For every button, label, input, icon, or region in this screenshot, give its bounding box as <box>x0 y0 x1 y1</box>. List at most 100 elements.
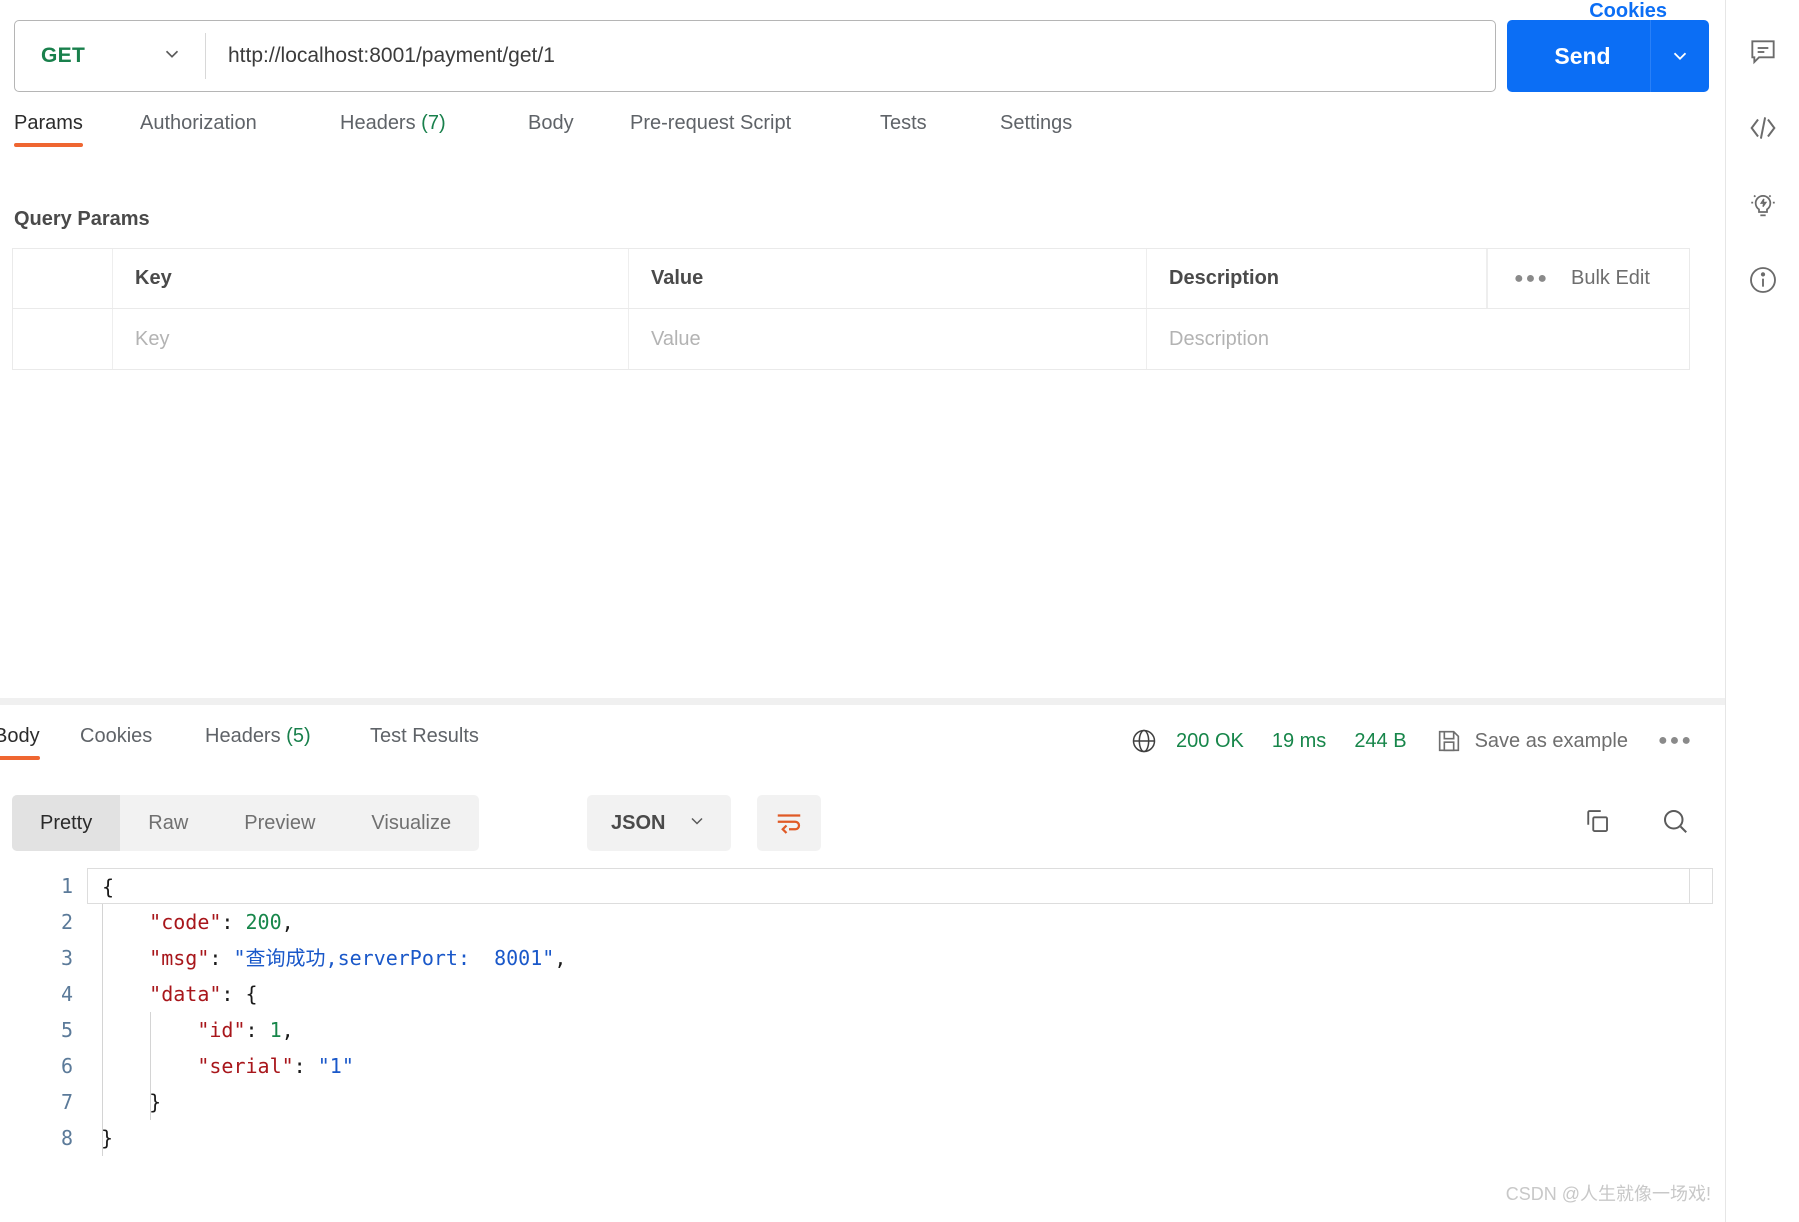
key-column-header: Key <box>113 249 629 308</box>
tab-label: Pre-request Script <box>630 112 792 134</box>
line-number: 4 <box>60 982 73 1006</box>
token-pn: { <box>245 982 258 1006</box>
tab-pre-request-script[interactable]: Pre-request Script <box>630 112 791 147</box>
lightning-bulb-icon[interactable] <box>1726 166 1799 242</box>
token-pn: : <box>209 946 234 970</box>
tab-label: Tests <box>880 112 927 134</box>
request-pane: GET http://localhost:8001/payment/get/1 … <box>0 0 1725 700</box>
response-tab-cookies[interactable]: Cookies <box>80 725 152 760</box>
checkbox-column-header <box>13 249 113 308</box>
token-str: "1" <box>317 1054 354 1078</box>
tab-label: Headers <box>340 112 416 134</box>
line-number: 6 <box>60 1054 73 1078</box>
cookies-link[interactable]: Cookies <box>1589 0 1667 23</box>
body-tools <box>1582 795 1690 851</box>
comment-icon[interactable] <box>1726 14 1799 90</box>
more-options-icon[interactable]: ●●● <box>1514 270 1549 288</box>
response-size: 244 B <box>1354 729 1407 752</box>
token-pn: , <box>281 1018 294 1042</box>
info-icon[interactable] <box>1726 242 1799 318</box>
line-number: 7 <box>60 1090 73 1114</box>
key-input[interactable]: Key <box>113 309 629 369</box>
token-pn: { <box>102 875 115 899</box>
token-k: "serial" <box>197 1054 294 1078</box>
table-row[interactable]: Key Value Description <box>13 309 1689 369</box>
chevron-down-icon <box>687 811 707 836</box>
json-code[interactable]: { "code": 200, "msg": "查询成功,serverPort: … <box>87 868 1713 1188</box>
send-options-chevron-down-icon[interactable] <box>1651 45 1709 67</box>
status-code: 200 OK <box>1176 729 1244 752</box>
value-column-header: Value <box>629 249 1147 308</box>
token-num: 200 <box>245 910 282 934</box>
tab-tests[interactable]: Tests <box>880 112 927 147</box>
send-button-label: Send <box>1554 42 1611 69</box>
code-line: { <box>87 868 1713 904</box>
format-selector[interactable]: JSON <box>587 795 732 851</box>
tab-headers[interactable]: Headers (7) <box>340 112 446 147</box>
globe-icon <box>1130 727 1158 755</box>
fold-guide <box>102 904 103 1156</box>
token-k: "code" <box>149 910 222 934</box>
token-pn: : <box>293 1054 318 1078</box>
token-num: 1 <box>269 1018 282 1042</box>
code-line: "serial": "1" <box>87 1048 1712 1084</box>
save-icon[interactable] <box>1435 727 1463 755</box>
table-header-row: Key Value Description ●●● Bulk Edit <box>13 249 1689 309</box>
right-icon-rail <box>1725 0 1799 1222</box>
pane-splitter[interactable] <box>0 698 1725 705</box>
response-tab-body[interactable]: Body <box>0 725 40 760</box>
view-mode-raw[interactable]: Raw <box>120 795 216 851</box>
http-method-label: GET <box>41 44 86 67</box>
response-tab-headers[interactable]: Headers (5) <box>205 725 311 760</box>
tab-params[interactable]: Params <box>14 112 83 147</box>
search-icon[interactable] <box>1660 806 1690 841</box>
tab-label: Body <box>528 112 574 134</box>
postman-window: GET http://localhost:8001/payment/get/1 … <box>0 0 1799 1222</box>
code-line: "code": 200, <box>87 904 1712 940</box>
line-number: 5 <box>60 1018 73 1042</box>
line-number: 8 <box>60 1126 73 1150</box>
code-icon[interactable] <box>1726 90 1799 166</box>
query-params-table: Key Value Description ●●● Bulk Edit Key … <box>12 248 1690 370</box>
bulk-edit-control[interactable]: ●●● Bulk Edit <box>1487 249 1689 308</box>
row-checkbox-cell[interactable] <box>13 309 113 369</box>
token-str: "查询成功,serverPort: 8001" <box>233 946 555 970</box>
line-number-gutter: 1 2 3 4 5 6 7 8 <box>12 868 87 1188</box>
value-input[interactable]: Value <box>629 309 1147 369</box>
send-button[interactable]: Send <box>1507 20 1709 92</box>
response-meta: 200 OK 19 ms 244 B Save as example ●●● <box>1130 727 1693 755</box>
tab-count: (5) <box>280 725 311 747</box>
format-label: JSON <box>611 811 666 834</box>
save-as-example-label[interactable]: Save as example <box>1475 730 1628 753</box>
view-mode-preview[interactable]: Preview <box>216 795 343 851</box>
request-tab-bar: Params Authorization Headers (7) Body Pre-re… <box>0 112 1725 164</box>
code-line: } <box>87 1084 1712 1120</box>
view-mode-pretty[interactable]: Pretty <box>12 795 121 851</box>
token-k: "id" <box>197 1018 246 1042</box>
code-line: "id": 1, <box>87 1012 1712 1048</box>
tab-authorization[interactable]: Authorization <box>140 112 257 147</box>
description-input[interactable]: Description <box>1147 309 1689 369</box>
tab-label: Authorization <box>140 112 257 134</box>
response-tab-test-results[interactable]: Test Results <box>370 725 479 760</box>
wrap-lines-button[interactable] <box>757 795 821 851</box>
http-method-selector[interactable]: GET <box>15 21 205 91</box>
token-k: "msg" <box>149 946 210 970</box>
response-more-options-icon[interactable]: ●●● <box>1658 732 1693 750</box>
bulk-edit-label[interactable]: Bulk Edit <box>1571 267 1650 290</box>
code-line: "data": { <box>87 976 1712 1012</box>
code-line: } <box>87 1120 1712 1156</box>
query-params-title: Query Params <box>14 208 150 230</box>
copy-icon[interactable] <box>1582 806 1612 841</box>
tab-body[interactable]: Body <box>528 112 574 147</box>
fold-guide <box>150 1012 151 1120</box>
response-body-editor[interactable]: 1 2 3 4 5 6 7 8 { "code": 200, "msg": "查询成功,ser… <box>12 868 1713 1188</box>
view-mode-visualize[interactable]: Visualize <box>343 795 479 851</box>
tab-count: (7) <box>415 112 446 134</box>
chevron-down-icon <box>161 43 183 70</box>
line-number: 1 <box>60 874 73 898</box>
url-input[interactable]: http://localhost:8001/payment/get/1 <box>206 21 1495 91</box>
tab-label: Test Results <box>370 725 479 747</box>
watermark: CSDN @人生就像一场戏! <box>1505 1184 1711 1204</box>
tab-settings[interactable]: Settings <box>1000 112 1072 147</box>
